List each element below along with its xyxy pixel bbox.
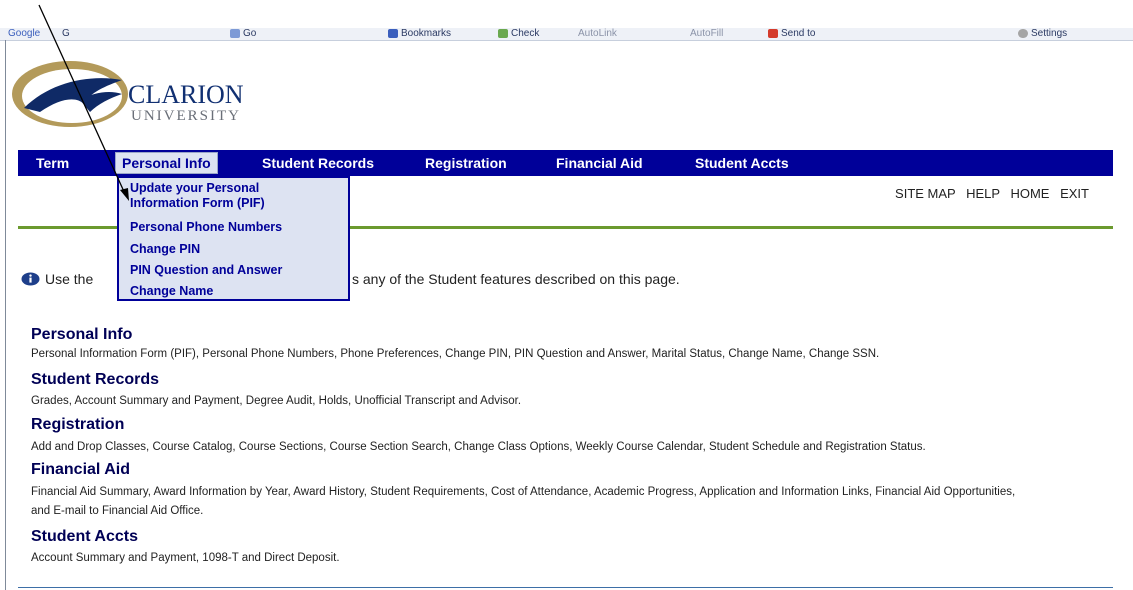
toolbar-check[interactable]: Check [498, 28, 539, 40]
home-link[interactable]: HOME [1010, 186, 1049, 201]
menu-item-change-name[interactable]: Change Name [130, 284, 213, 298]
menu-item-pin-question-answer[interactable]: PIN Question and Answer [130, 263, 282, 277]
info-text-left: Use the [45, 271, 94, 287]
toolbar-autofill[interactable]: AutoFill [690, 28, 723, 40]
section-desc-financial-aid-line2: and E-mail to Financial Aid Office. [31, 505, 204, 517]
bookmark-star-icon [388, 28, 398, 38]
tab-personal-info[interactable]: Personal Info [115, 152, 218, 174]
section-desc-student-records: Grades, Account Summary and Payment, Deg… [31, 395, 522, 407]
menu-item-personal-phone-numbers[interactable]: Personal Phone Numbers [130, 220, 282, 234]
toolbar-settings[interactable]: Settings [1018, 28, 1067, 40]
bottom-divider [18, 587, 1113, 588]
check-icon [498, 28, 508, 38]
section-desc-student-accts: Account Summary and Payment, 1098-T and … [31, 552, 340, 564]
toolbar-google[interactable]: Google [8, 28, 40, 40]
personal-info-dropdown: Update your Personal Information Form (P… [117, 176, 350, 301]
logo-wordmark: CLARION UNIVERSITY [128, 80, 244, 125]
tab-registration[interactable]: Registration [425, 150, 507, 176]
page-left-border [5, 40, 6, 590]
info-text-right: s any of the Student features described … [352, 271, 680, 287]
send-icon [768, 28, 778, 38]
toolbar-autolink[interactable]: AutoLink [578, 28, 617, 40]
section-title-registration[interactable]: Registration [31, 416, 124, 434]
menu-item-change-pin[interactable]: Change PIN [130, 242, 200, 256]
section-desc-personal-info: Personal Information Form (PIF), Persona… [31, 348, 880, 360]
main-nav-bar: Term Personal Info Student Records Regis… [18, 150, 1113, 176]
section-title-financial-aid[interactable]: Financial Aid [31, 461, 130, 479]
section-title-student-accts[interactable]: Student Accts [31, 528, 138, 546]
toolbar-strip: Google G Go Bookmarks Check AutoLink Aut… [0, 28, 1133, 41]
logo-subtitle: UNIVERSITY [131, 108, 241, 124]
tab-student-records[interactable]: Student Records [262, 150, 374, 176]
section-desc-registration: Add and Drop Classes, Course Catalog, Co… [31, 441, 926, 453]
tab-financial-aid[interactable]: Financial Aid [556, 150, 643, 176]
menu-item-update-pif-line1[interactable]: Update your Personal [130, 181, 259, 195]
section-title-personal-info[interactable]: Personal Info [31, 326, 132, 344]
toolbar-bookmarks[interactable]: Bookmarks [388, 28, 451, 40]
tab-term[interactable]: Term [36, 150, 69, 176]
tab-student-accts[interactable]: Student Accts [695, 150, 789, 176]
browser-toolbar: Google G Go Bookmarks Check AutoLink Aut… [0, 0, 1133, 41]
utility-links: SITE MAP HELP HOME EXIT [888, 186, 1089, 201]
section-title-student-records[interactable]: Student Records [31, 371, 159, 389]
toolbar-g-button[interactable]: G [62, 28, 70, 40]
toolbar-go[interactable]: Go [230, 28, 256, 40]
settings-icon [1018, 28, 1028, 38]
logo-name: CLARION [128, 80, 244, 109]
help-link[interactable]: HELP [966, 186, 1000, 201]
menu-item-update-pif-line2[interactable]: Information Form (PIF) [130, 196, 265, 210]
section-desc-financial-aid: Financial Aid Summary, Award Information… [31, 486, 1016, 498]
site-map-link[interactable]: SITE MAP [895, 186, 955, 201]
info-icon [21, 272, 40, 286]
toolbar-send-to[interactable]: Send to [768, 28, 815, 40]
go-icon [230, 28, 240, 38]
exit-link[interactable]: EXIT [1060, 186, 1089, 201]
